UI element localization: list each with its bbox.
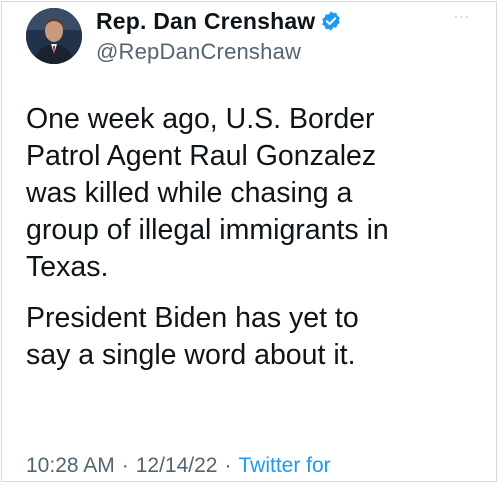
tweet-paragraph-2: President Biden has yet to say a single …	[26, 302, 359, 371]
avatar[interactable]	[26, 8, 82, 64]
profile-photo-icon	[26, 8, 82, 64]
author-handle[interactable]: @RepDanCrenshaw	[96, 39, 342, 65]
author-display-name[interactable]: Rep. Dan Crenshaw	[96, 8, 315, 35]
tweet-text: One week ago, U.S. Border Patrol Agent R…	[26, 101, 486, 374]
display-name-row: Rep. Dan Crenshaw	[96, 6, 342, 36]
more-options-icon[interactable]: ···	[454, 10, 470, 26]
meta-separator: ·	[224, 454, 232, 477]
tweet-paragraph-1: One week ago, U.S. Border Patrol Agent R…	[26, 103, 389, 283]
verified-badge-icon	[320, 10, 342, 32]
tweet-source-link[interactable]: Twitter for	[238, 454, 330, 477]
tweet-meta: 10:28 AM · 12/14/22 · Twitter for	[26, 454, 331, 478]
tweet-date[interactable]: 12/14/22	[136, 454, 218, 477]
meta-separator: ·	[121, 454, 129, 477]
tweet-time[interactable]: 10:28 AM	[26, 454, 115, 477]
author-names: Rep. Dan Crenshaw @RepDanCrenshaw	[96, 6, 342, 65]
tweet-header: Rep. Dan Crenshaw @RepDanCrenshaw ···	[2, 2, 496, 82]
tweet-card: Rep. Dan Crenshaw @RepDanCrenshaw ··· On…	[1, 1, 497, 482]
